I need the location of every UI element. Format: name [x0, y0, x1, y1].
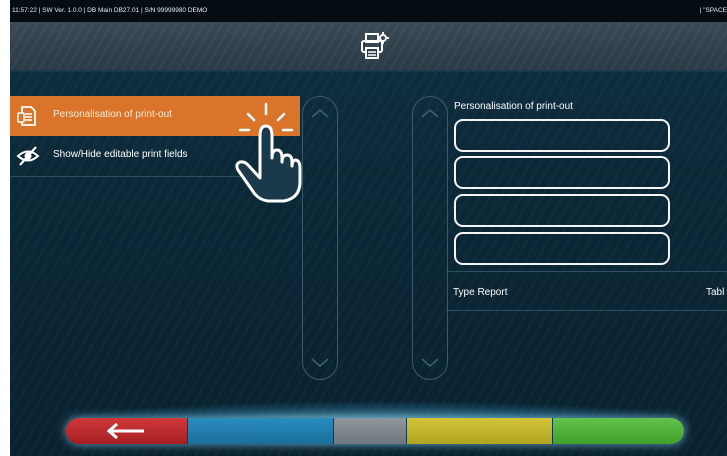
menu-item-label: Personalisation of print-out: [53, 109, 172, 120]
row-divider: [446, 310, 727, 311]
screen: 11:57:22 | SW Ver. 1.0.0 | DB Main DB27.…: [10, 0, 727, 456]
right-scrollbar[interactable]: [412, 96, 448, 380]
menu-item-label: Show/Hide editable print fields: [53, 149, 188, 160]
status-right-info: | "SPACE: [699, 7, 727, 14]
chevron-up-icon[interactable]: [413, 103, 447, 123]
arrow-left-icon: [106, 423, 144, 439]
print-text-field-1[interactable]: [454, 119, 670, 152]
function-button-green[interactable]: [551, 418, 684, 444]
chevron-down-icon[interactable]: [413, 353, 447, 373]
print-text-field-4[interactable]: [454, 232, 670, 265]
type-report-value[interactable]: Tabl: [706, 287, 724, 298]
left-scrollbar[interactable]: [302, 96, 338, 380]
status-info: 11:57:22 | SW Ver. 1.0.0 | DB Main DB27.…: [12, 7, 208, 14]
header-bar: [10, 22, 727, 70]
function-button-yellow[interactable]: [405, 418, 552, 444]
bottom-function-bar: [66, 418, 684, 444]
type-report-label: Type Report: [453, 287, 508, 298]
back-button[interactable]: [66, 418, 188, 444]
tap-hand-icon: [235, 102, 302, 203]
printer-settings-icon: [361, 32, 389, 59]
row-divider: [446, 271, 727, 272]
header-divider: [10, 70, 727, 72]
function-button-blue[interactable]: [187, 418, 334, 444]
eye-slash-icon: [16, 146, 40, 166]
status-bar: 11:57:22 | SW Ver. 1.0.0 | DB Main DB27.…: [10, 0, 727, 22]
print-text-field-3[interactable]: [454, 194, 670, 227]
print-document-icon: [17, 106, 36, 126]
chevron-down-icon[interactable]: [303, 353, 337, 373]
function-button-grey[interactable]: [333, 418, 406, 444]
chevron-up-icon[interactable]: [303, 103, 337, 123]
print-text-field-2[interactable]: [454, 156, 670, 189]
panel-title: Personalisation of print-out: [454, 101, 573, 112]
